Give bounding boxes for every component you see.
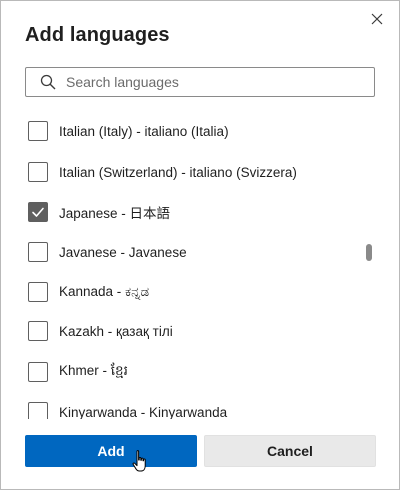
language-label: Kinyarwanda - Kinyarwanda (59, 404, 228, 420)
language-label: Javanese - Javanese (59, 244, 187, 260)
checkmark-icon (31, 205, 45, 219)
language-label: Kazakh - қазақ тілі (59, 323, 173, 339)
hand-pointer-icon (131, 449, 151, 475)
language-checkbox[interactable] (28, 242, 48, 262)
language-list[interactable]: Italian (Italy) - italiano (Italia) Ital… (1, 111, 399, 419)
close-icon (371, 13, 383, 25)
language-checkbox[interactable] (28, 282, 48, 302)
language-checkbox[interactable] (28, 162, 48, 182)
language-item[interactable]: Japanese - 日本語 (28, 201, 170, 223)
dialog-title: Add languages (25, 24, 170, 46)
language-checkbox[interactable] (28, 121, 48, 141)
language-label: Khmer - ខ្មែរ (59, 363, 128, 378)
language-item[interactable]: Italian (Switzerland) - italiano (Svizze… (28, 161, 297, 183)
add-languages-dialog: Add languages Italian (Italy) - italiano… (0, 0, 400, 490)
search-input[interactable] (66, 74, 356, 90)
language-item[interactable]: Khmer - ខ្មែរ (28, 361, 128, 383)
language-item[interactable]: Italian (Italy) - italiano (Italia) (28, 120, 229, 142)
search-icon (38, 72, 58, 92)
language-item[interactable]: Kinyarwanda - Kinyarwanda (28, 401, 227, 419)
scrollbar-thumb[interactable] (366, 244, 372, 261)
language-label: Japanese - 日本語 (59, 206, 171, 221)
language-label: Italian (Italy) - italiano (Italia) (59, 123, 229, 139)
language-checkbox[interactable] (28, 321, 48, 341)
language-item[interactable]: Javanese - Javanese (28, 241, 187, 263)
language-item[interactable]: Kazakh - қазақ тілі (28, 320, 173, 342)
language-label: Italian (Switzerland) - italiano (Svizze… (59, 164, 297, 180)
language-label: Kannada - ಕನ್ನಡ (59, 284, 150, 299)
add-button[interactable]: Add (25, 435, 197, 467)
search-box[interactable] (25, 67, 375, 97)
language-checkbox[interactable] (28, 202, 48, 222)
language-item[interactable]: Kannada - ಕನ್ನಡ (28, 281, 149, 303)
language-checkbox[interactable] (28, 362, 48, 382)
language-checkbox[interactable] (28, 402, 48, 419)
cancel-button[interactable]: Cancel (204, 435, 376, 467)
close-button[interactable] (367, 9, 387, 29)
